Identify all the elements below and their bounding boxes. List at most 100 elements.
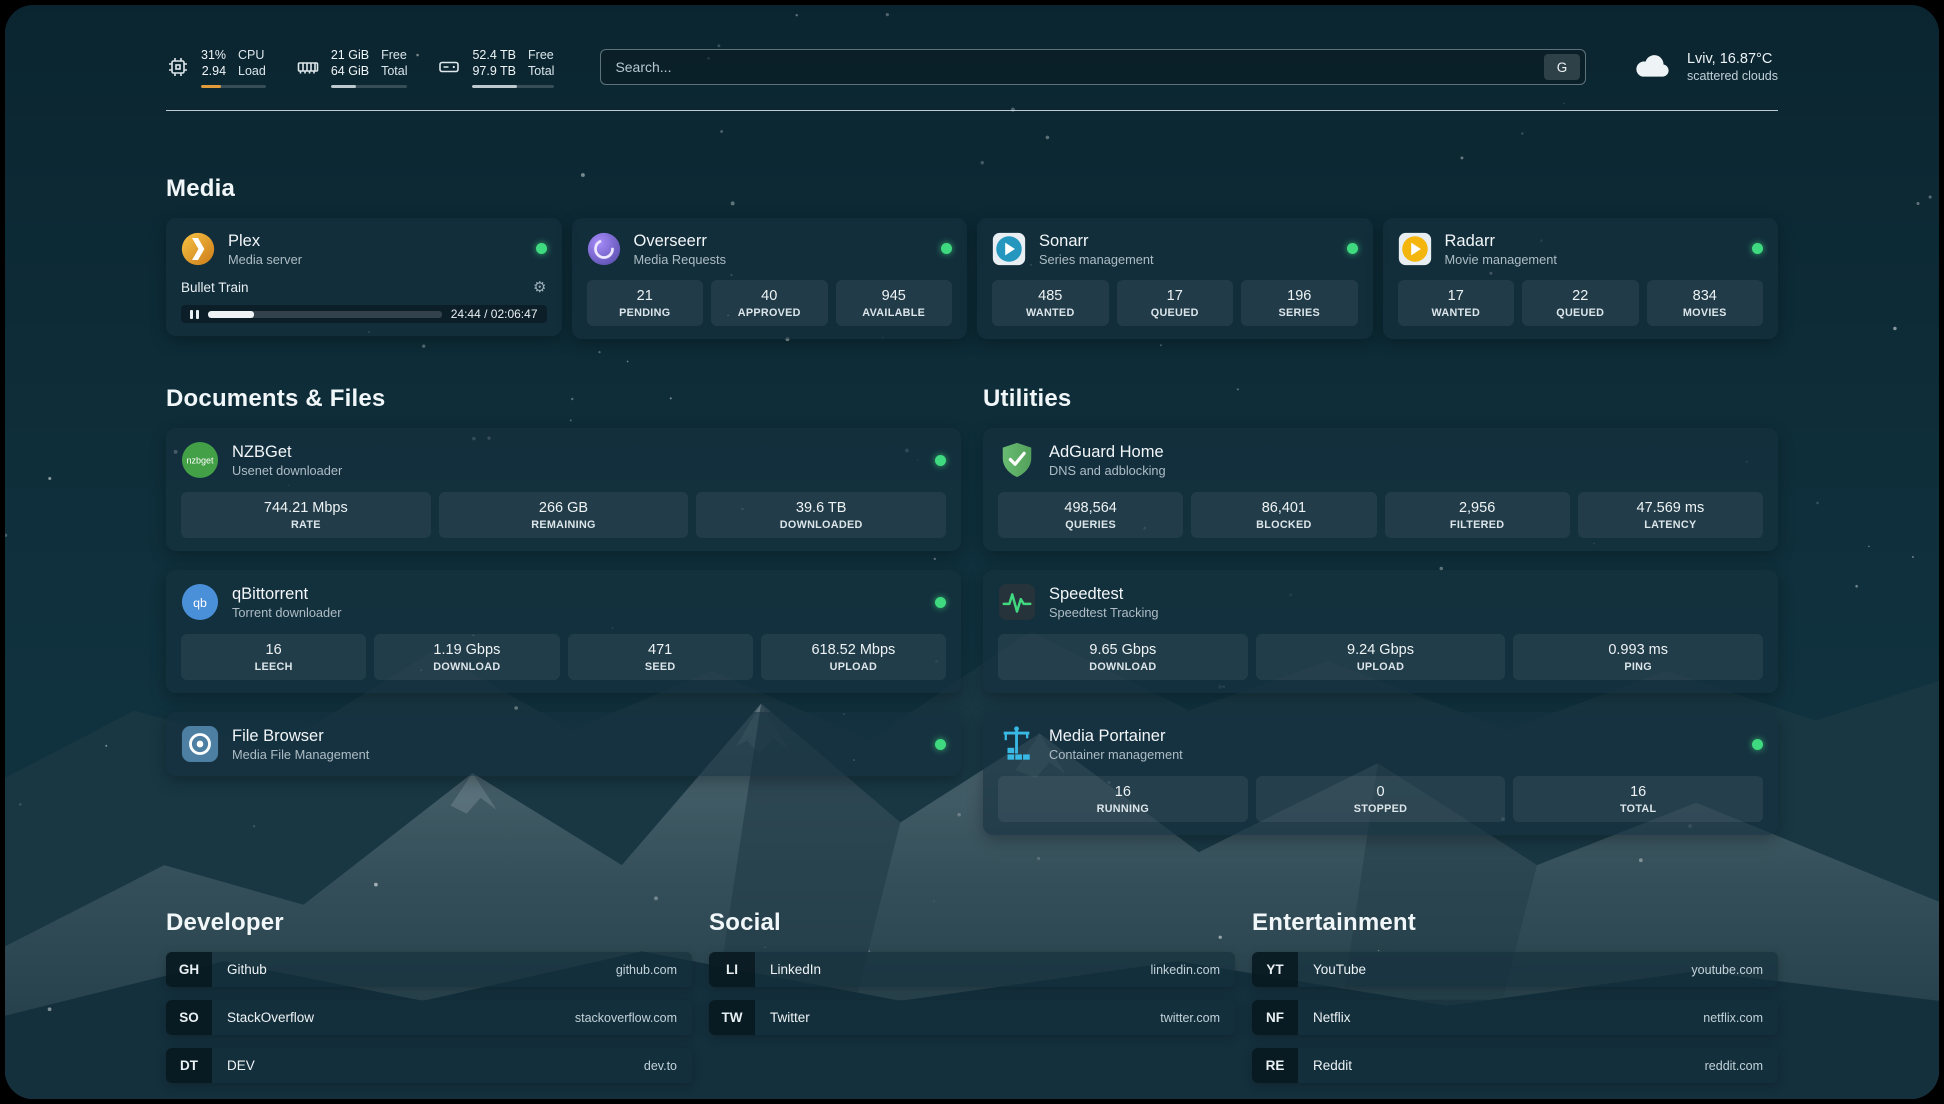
bookmark-dev[interactable]: DT DEV dev.to [166, 1048, 692, 1083]
section-title-entertainment: Entertainment [1252, 909, 1778, 937]
memory-icon [296, 55, 320, 79]
bookmark-github[interactable]: GH Github github.com [166, 952, 692, 987]
plex-icon [181, 232, 215, 266]
radarr-icon [1398, 232, 1432, 266]
service-card-overseerr[interactable]: Overseerr Media Requests 21PENDING 40APP… [572, 218, 968, 340]
progress-track[interactable] [208, 311, 442, 318]
gear-icon[interactable]: ⚙ [533, 278, 546, 296]
service-subtitle: Media Requests [634, 252, 726, 267]
stat-tile: 196SERIES [1241, 280, 1358, 326]
stat-tile: 47.569 msLATENCY [1578, 492, 1763, 538]
service-subtitle: Speedtest Tracking [1049, 605, 1159, 620]
stat-tile: 0STOPPED [1256, 776, 1506, 822]
bookmark-url: youtube.com [1691, 963, 1763, 977]
pause-icon[interactable] [190, 310, 199, 319]
service-card-adguard[interactable]: AdGuard Home DNS and adblocking 498,564Q… [983, 428, 1778, 551]
bookmark-url: linkedin.com [1151, 963, 1220, 977]
stat-tile: 2,956FILTERED [1385, 492, 1570, 538]
search-bar[interactable]: G [600, 49, 1586, 85]
ram-sub: 64 GiB [331, 63, 369, 79]
search-provider-button[interactable]: G [1544, 54, 1580, 80]
service-subtitle: Usenet downloader [232, 463, 342, 478]
service-card-portainer[interactable]: Media Portainer Container management 16R… [983, 712, 1778, 835]
top-bar: 31% 2.94 CPU Load [166, 47, 1778, 88]
bookmark-abbr: RE [1252, 1048, 1298, 1083]
bookmark-reddit[interactable]: RE Reddit reddit.com [1252, 1048, 1778, 1083]
bookmark-url: stackoverflow.com [575, 1011, 677, 1025]
speedtest-icon [998, 583, 1036, 621]
bookmark-url: dev.to [644, 1059, 677, 1073]
stat-tile: 16LEECH [181, 634, 366, 680]
bookmark-twitter[interactable]: TW Twitter twitter.com [709, 1000, 1235, 1035]
cpu-label-bottom: Load [238, 63, 266, 79]
service-subtitle: Container management [1049, 747, 1183, 762]
svg-text:qb: qb [193, 596, 207, 610]
bookmark-name: Reddit [1313, 1058, 1352, 1073]
stat-tile: 744.21 MbpsRATE [181, 492, 431, 538]
disk-label-bottom: Total [528, 63, 554, 79]
service-card-speedtest[interactable]: Speedtest Speedtest Tracking 9.65 GbpsDO… [983, 570, 1778, 693]
section-title-developer: Developer [166, 909, 692, 937]
service-name: AdGuard Home [1049, 442, 1166, 463]
service-name: qBittorrent [232, 584, 342, 605]
section-title-media: Media [166, 175, 1778, 203]
disk-monitor: 52.4 TB 97.9 TB Free Total [437, 47, 554, 88]
service-name: Speedtest [1049, 584, 1159, 605]
stat-tile: 471SEED [568, 634, 753, 680]
bookmark-youtube[interactable]: YT YouTube youtube.com [1252, 952, 1778, 987]
stat-tile: 498,564QUERIES [998, 492, 1183, 538]
now-playing-title: Bullet Train [181, 280, 249, 295]
service-name: NZBGet [232, 442, 342, 463]
status-dot [935, 597, 946, 608]
cloud-icon [1632, 52, 1674, 82]
ram-value: 21 GiB [331, 47, 369, 63]
service-card-qbittorrent[interactable]: qb qBittorrent Torrent downloader [166, 570, 961, 693]
bookmark-name: Twitter [770, 1010, 810, 1025]
bookmark-abbr: DT [166, 1048, 212, 1083]
service-card-radarr[interactable]: Radarr Movie management 17WANTED 22QUEUE… [1383, 218, 1779, 340]
service-card-plex[interactable]: Plex Media server Bullet Train ⚙ 24:44 /… [166, 218, 562, 337]
service-name: Plex [228, 231, 302, 252]
bookmark-abbr: GH [166, 952, 212, 987]
bookmark-name: DEV [227, 1058, 255, 1073]
service-card-sonarr[interactable]: Sonarr Series management 485WANTED 17QUE… [977, 218, 1373, 340]
disk-value: 52.4 TB [472, 47, 516, 63]
stat-tile: 17WANTED [1398, 280, 1515, 326]
stat-tile: 16RUNNING [998, 776, 1248, 822]
bookmark-group-entertainment: Entertainment YT YouTube youtube.com NF … [1252, 909, 1778, 1083]
status-dot [536, 243, 547, 254]
stat-tile: 945AVAILABLE [836, 280, 953, 326]
overseerr-icon [587, 232, 621, 266]
stat-tile: 40APPROVED [711, 280, 828, 326]
status-dot [1752, 739, 1763, 750]
bookmark-abbr: YT [1252, 952, 1298, 987]
playback-progress[interactable]: 24:44 / 02:06:47 [181, 305, 547, 323]
dashboard-app: 31% 2.94 CPU Load [5, 5, 1939, 1099]
column-documents: Documents & Files nzbget NZBGet Use [166, 385, 961, 776]
disk-progress-bar [472, 85, 554, 88]
stat-tile: 9.24 GbpsUPLOAD [1256, 634, 1506, 680]
stat-tile: 17QUEUED [1117, 280, 1234, 326]
search-input[interactable] [615, 59, 1544, 75]
topbar-divider [166, 110, 1778, 111]
bookmark-stackoverflow[interactable]: SO StackOverflow stackoverflow.com [166, 1000, 692, 1035]
bookmark-netflix[interactable]: NF Netflix netflix.com [1252, 1000, 1778, 1035]
section-title-social: Social [709, 909, 1235, 937]
status-dot [1752, 243, 1763, 254]
stat-tile: 39.6 TBDOWNLOADED [696, 492, 946, 538]
stat-tile: 9.65 GbpsDOWNLOAD [998, 634, 1248, 680]
cpu-label-top: CPU [238, 47, 266, 63]
weather-widget: Lviv, 16.87°C scattered clouds [1632, 51, 1778, 83]
bookmark-group-developer: Developer GH Github github.com SO StackO… [166, 909, 692, 1083]
weather-location: Lviv, 16.87°C [1687, 51, 1778, 67]
stat-tile: 834MOVIES [1647, 280, 1764, 326]
bookmark-linkedin[interactable]: LI LinkedIn linkedin.com [709, 952, 1235, 987]
bookmark-name: YouTube [1313, 962, 1366, 977]
service-card-nzbget[interactable]: nzbget NZBGet Usenet downloader 74 [166, 428, 961, 551]
service-subtitle: DNS and adblocking [1049, 463, 1166, 478]
sonarr-icon [992, 232, 1026, 266]
bookmark-name: LinkedIn [770, 962, 821, 977]
service-card-filebrowser[interactable]: File Browser Media File Management [166, 712, 961, 776]
stat-tile: 618.52 MbpsUPLOAD [761, 634, 946, 680]
bookmark-url: github.com [616, 963, 677, 977]
